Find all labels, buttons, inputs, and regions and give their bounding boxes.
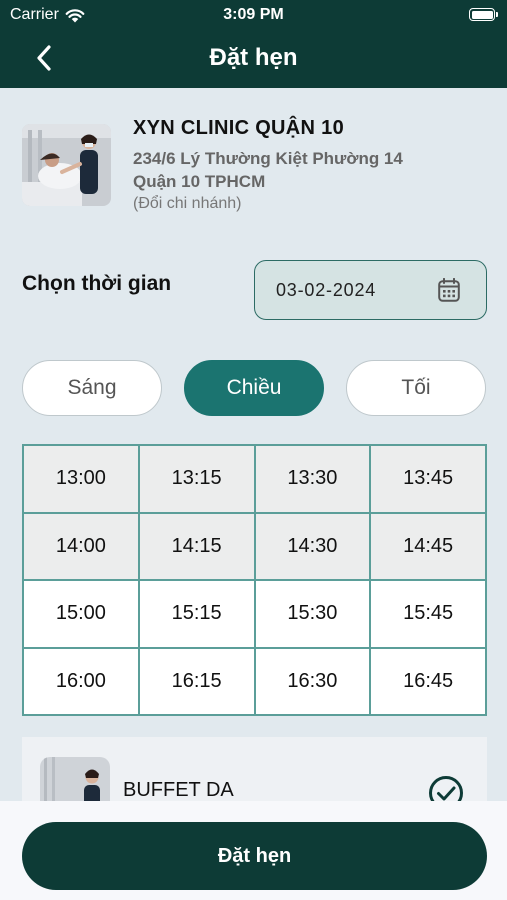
change-branch-link[interactable]: (Đổi chi nhánh) — [133, 195, 242, 213]
time-slot[interactable]: 13:00 — [23, 445, 139, 513]
time-slot[interactable]: 15:15 — [138, 580, 255, 648]
time-slot[interactable]: 16:15 — [138, 647, 255, 715]
time-slot[interactable]: 14:00 — [23, 512, 139, 580]
date-value: 03-02-2024 — [276, 280, 377, 300]
period-morning-button[interactable]: Sáng — [22, 360, 162, 416]
time-slot[interactable]: 14:30 — [254, 512, 371, 580]
status-bar: Carrier 3:09 PM — [0, 0, 507, 30]
choose-time-label: Chọn thời gian — [22, 272, 172, 295]
time-slot[interactable]: 13:45 — [370, 445, 486, 513]
time-slot[interactable]: 15:00 — [23, 580, 139, 648]
time-slot[interactable]: 16:30 — [254, 647, 371, 715]
time-slot-grid: 13:00 13:15 13:30 13:45 14:00 14:15 14:3… — [22, 444, 487, 716]
status-time: 3:09 PM — [223, 6, 284, 23]
clinic-name: XYN CLINIC QUẬN 10 — [133, 117, 344, 139]
calendar-icon — [438, 278, 460, 302]
clinic-card: XYN CLINIC QUẬN 10 234/6 Lý Thường Kiệt … — [22, 112, 492, 222]
time-slot[interactable]: 14:15 — [138, 512, 255, 580]
time-slot[interactable]: 15:30 — [254, 580, 371, 648]
date-picker-field[interactable]: 03-02-2024 — [254, 260, 487, 320]
time-slot[interactable]: 14:45 — [370, 512, 486, 580]
book-appointment-button[interactable]: Đặt hẹn — [22, 822, 487, 890]
clinic-photo — [22, 124, 111, 206]
clinic-address-line1: 234/6 Lý Thường Kiệt Phường 14 — [133, 149, 403, 168]
clinic-address-line2: Quận 10 TPHCM — [133, 172, 266, 191]
time-slot[interactable]: 15:45 — [370, 580, 486, 648]
battery-icon — [469, 8, 498, 21]
time-slot[interactable]: 16:45 — [370, 647, 486, 715]
time-slot[interactable]: 13:30 — [254, 445, 371, 513]
period-afternoon-button[interactable]: Chiều — [184, 360, 324, 416]
service-name: BUFFET DA — [123, 779, 234, 801]
time-slot[interactable]: 16:00 — [23, 647, 139, 715]
period-evening-button[interactable]: Tối — [346, 360, 486, 416]
time-slot[interactable]: 13:15 — [138, 445, 255, 513]
navigation-bar: Đặt hẹn — [0, 30, 507, 88]
page-title: Đặt hẹn — [209, 44, 298, 71]
